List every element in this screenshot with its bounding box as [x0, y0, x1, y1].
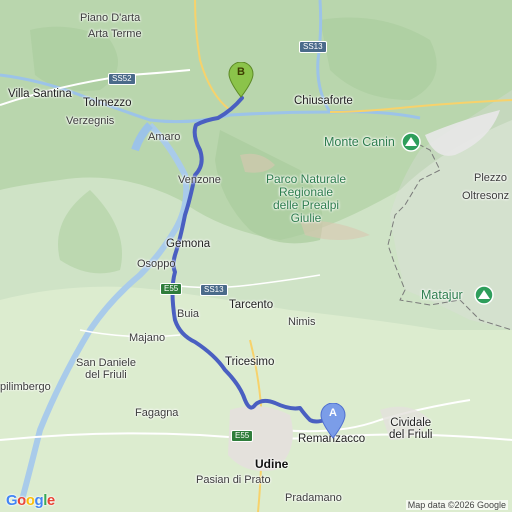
- place-label: Oltresonz: [462, 190, 510, 202]
- place-label: Nimis: [288, 316, 316, 328]
- road-shield: E55: [231, 430, 254, 442]
- marker-label: A: [329, 407, 337, 419]
- marker-label: B: [237, 66, 245, 78]
- place-label: Buia: [177, 308, 200, 320]
- place-label: Verzegnis: [66, 115, 115, 127]
- place-label: Chiusaforte: [294, 95, 353, 107]
- place-label: Tarcento: [229, 299, 274, 311]
- peak-label-monte-canin[interactable]: Monte Canin: [324, 136, 395, 149]
- place-label: Fagagna: [135, 407, 179, 419]
- place-label: Tricesimo: [225, 356, 275, 368]
- place-label: Amaro: [148, 131, 181, 143]
- mountain-icon-canin: [401, 132, 421, 152]
- place-label: Majano: [129, 332, 166, 344]
- place-label: Villa Santina: [8, 88, 72, 100]
- place-label: Gemona: [166, 238, 211, 250]
- map-attribution[interactable]: Map data ©2026 Google: [405, 500, 508, 510]
- road-shield: SS13: [200, 284, 228, 296]
- origin-marker-a[interactable]: A: [320, 402, 346, 439]
- place-label: Udine: [255, 457, 289, 471]
- destination-marker-b[interactable]: B: [228, 61, 254, 98]
- place-label: Venzone: [178, 174, 221, 186]
- place-label: San Daniele del Friuli: [76, 357, 136, 381]
- park-label: Parco Naturale Regionale delle Prealpi G…: [266, 172, 347, 225]
- place-label: pilimbergo: [0, 381, 51, 393]
- road-shield: SS13: [299, 41, 327, 53]
- mountain-icon-matajur: [474, 285, 494, 305]
- road-shield: E55: [160, 283, 183, 295]
- place-label: Tolmezzo: [83, 97, 132, 109]
- place-label: Arta Terme: [88, 28, 142, 40]
- place-label: Pradamano: [285, 492, 342, 504]
- road-shield: SS52: [108, 73, 136, 85]
- place-label: Pasian di Prato: [196, 474, 271, 486]
- map-canvas[interactable]: Piano D'arta Arta Terme Villa Santina To…: [0, 0, 512, 512]
- map-terrain: [0, 0, 512, 512]
- peak-label-matajur[interactable]: Matajur: [421, 289, 463, 302]
- place-label: Cividale del Friuli: [389, 417, 433, 441]
- place-label: Plezzo: [474, 172, 508, 184]
- place-label: Piano D'arta: [80, 12, 141, 24]
- place-label: Osoppo: [137, 258, 176, 270]
- google-logo[interactable]: Google: [6, 492, 55, 509]
